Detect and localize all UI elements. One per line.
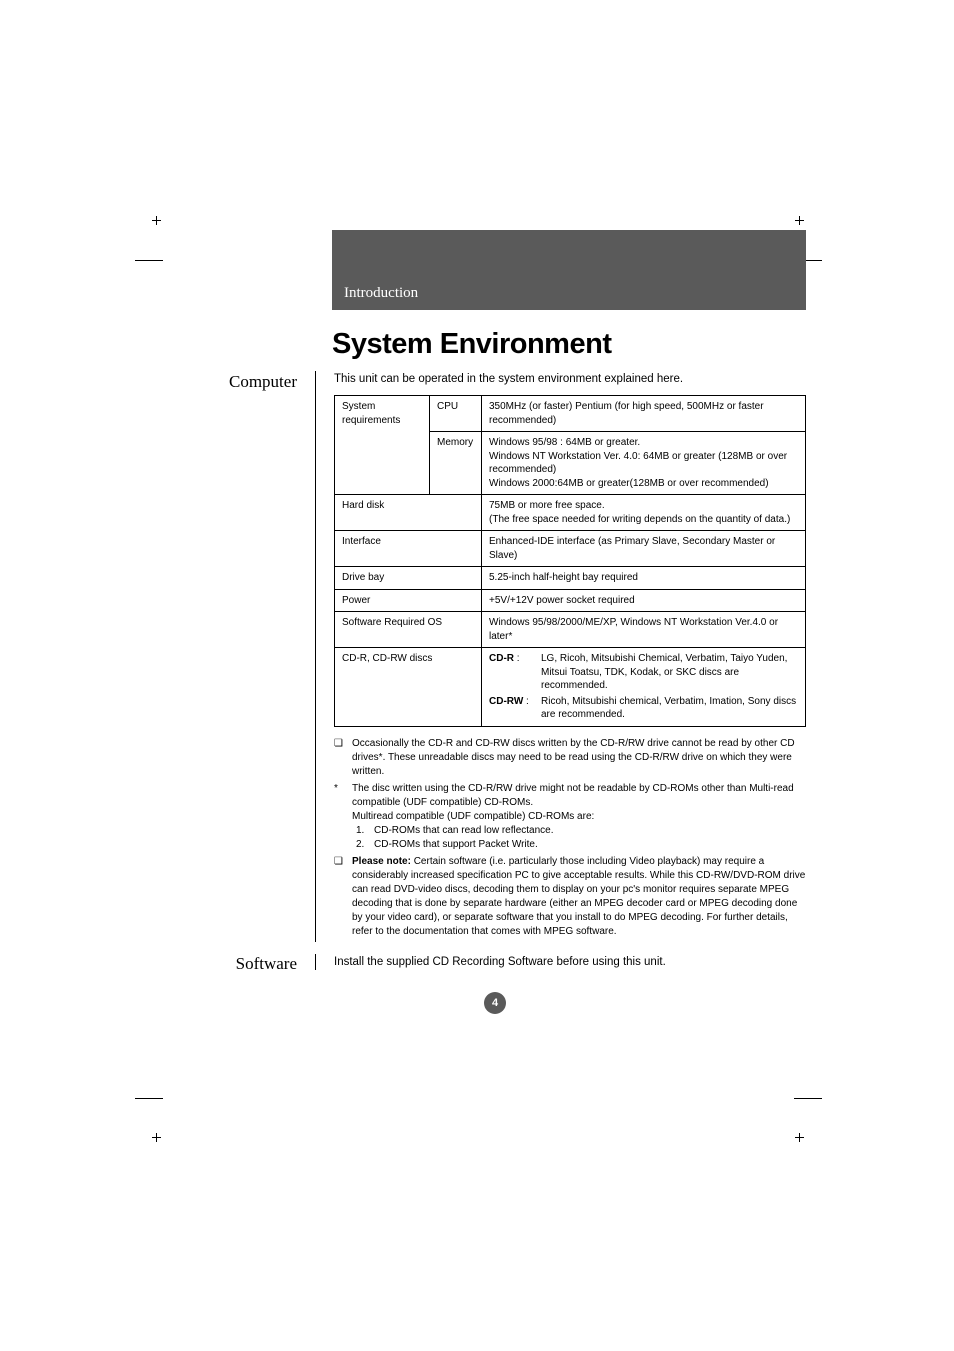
table-row: CD-R, CD-RW discs CD-R : LG, Ricoh, Mits… (335, 648, 806, 727)
note-item: ❏ Occasionally the CD-R and CD-RW discs … (334, 737, 806, 779)
note-line: The disc written using the CD-R/RW drive… (352, 782, 806, 810)
bullet-icon: ❏ (334, 855, 352, 939)
note-sublist-text: CD-ROMs that can read low reflectance. (374, 824, 554, 838)
note-item: * The disc written using the CD-R/RW dri… (334, 782, 806, 852)
note-text: The disc written using the CD-R/RW drive… (352, 782, 806, 852)
note-text: Please note: Certain software (i.e. part… (352, 855, 806, 939)
page-number: 4 (484, 992, 506, 1014)
spec-table: System requirements CPU 350MHz (or faste… (334, 395, 806, 727)
cell-memory-label: Memory (430, 432, 482, 495)
notes: ❏ Occasionally the CD-R and CD-RW discs … (334, 737, 806, 939)
cell-hdd-value: 75MB or more free space. (The free space… (482, 495, 806, 531)
bullet-icon: ❏ (334, 737, 352, 779)
please-note-label: Please note: (352, 856, 411, 867)
section-computer: Computer This unit can be operated in th… (175, 371, 806, 942)
section-body-software: Install the supplied CD Recording Softwa… (315, 954, 806, 970)
cdrw-text: Ricoh, Mitsubishi chemical, Verbatim, Im… (541, 695, 798, 722)
section-label-software: Software (175, 954, 315, 974)
cell-cpu-value: 350MHz (or faster) Pentium (for high spe… (482, 396, 806, 432)
table-row: Interface Enhanced-IDE interface (as Pri… (335, 531, 806, 567)
table-row: Power +5V/+12V power socket required (335, 589, 806, 612)
note-text: Occasionally the CD-R and CD-RW discs wr… (352, 737, 806, 779)
section-label-computer: Computer (175, 371, 315, 392)
cell-iface-label: Interface (335, 531, 482, 567)
cell-discs-value: CD-R : LG, Ricoh, Mitsubishi Chemical, V… (482, 648, 806, 727)
cell-os-label: Software Required OS (335, 612, 482, 648)
cell-drivebay-value: 5.25-inch half-height bay required (482, 567, 806, 590)
note-sublist-text: CD-ROMs that support Packet Write. (374, 838, 538, 852)
table-row: Drive bay 5.25-inch half-height bay requ… (335, 567, 806, 590)
note-sublist-item: 2. CD-ROMs that support Packet Write. (352, 838, 806, 852)
computer-intro: This unit can be operated in the system … (334, 371, 806, 387)
note-sublist-num: 2. (352, 838, 374, 852)
section-header-bar: Introduction (332, 230, 806, 310)
cdr-label: CD-R (489, 653, 514, 664)
please-note-text: Certain software (i.e. particularly thos… (352, 856, 805, 937)
note-sublist-num: 1. (352, 824, 374, 838)
cell-drivebay-label: Drive bay (335, 567, 482, 590)
section-software: Software Install the supplied CD Recordi… (175, 954, 806, 974)
cell-power-value: +5V/+12V power socket required (482, 589, 806, 612)
note-sublist-item: 1. CD-ROMs that can read low reflectance… (352, 824, 806, 838)
cdrw-label: CD-RW (489, 696, 523, 707)
cell-os-value: Windows 95/98/2000/ME/XP, Windows NT Wor… (482, 612, 806, 648)
cell-power-label: Power (335, 589, 482, 612)
cdr-text: LG, Ricoh, Mitsubishi Chemical, Verbatim… (541, 652, 798, 693)
note-item: ❏ Please note: Certain software (i.e. pa… (334, 855, 806, 939)
table-row: Hard disk 75MB or more free space. (The … (335, 495, 806, 531)
asterisk-icon: * (334, 782, 352, 852)
page-title: System Environment (332, 328, 806, 361)
cell-cpu-label: CPU (430, 396, 482, 432)
section-header-label: Introduction (344, 285, 418, 302)
content: System Environment Computer This unit ca… (175, 310, 806, 1014)
note-line: Multiread compatible (UDF compatible) CD… (352, 810, 806, 824)
cell-discs-label: CD-R, CD-RW discs (335, 648, 482, 727)
cell-hdd-label: Hard disk (335, 495, 482, 531)
software-text: Install the supplied CD Recording Softwa… (334, 954, 806, 970)
table-row: System requirements CPU 350MHz (or faste… (335, 396, 806, 432)
section-body-computer: This unit can be operated in the system … (315, 371, 806, 942)
cell-sysreq: System requirements (335, 396, 430, 495)
cell-memory-value: Windows 95/98 : 64MB or greater. Windows… (482, 432, 806, 495)
table-row: Software Required OS Windows 95/98/2000/… (335, 612, 806, 648)
cell-iface-value: Enhanced-IDE interface (as Primary Slave… (482, 531, 806, 567)
